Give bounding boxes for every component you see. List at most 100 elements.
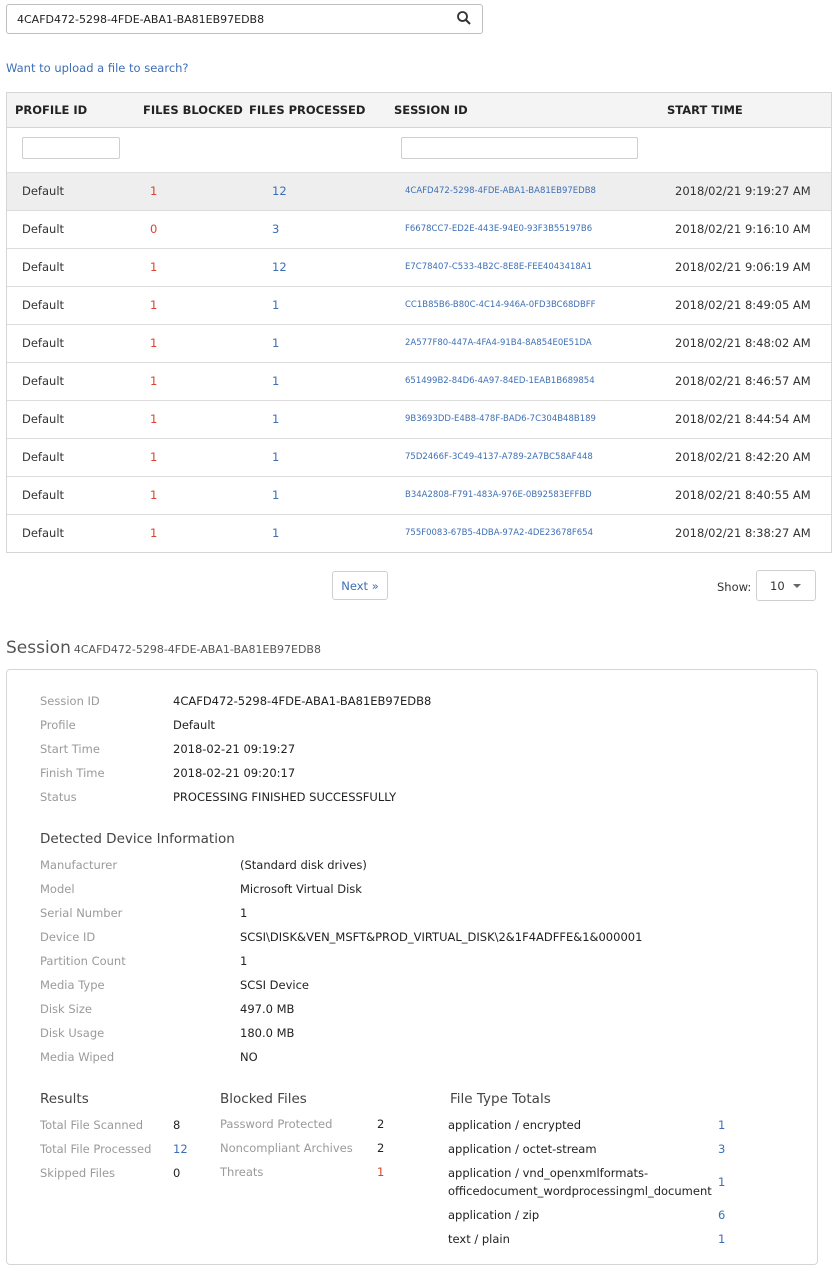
profile-cell: Default	[22, 412, 65, 426]
device-field-label: Manufacturer	[40, 858, 118, 872]
chevron-down-icon	[793, 584, 801, 588]
table-row[interactable]: Default 1 12 E7C78407-C533-4B2C-8E8E-FEE404…	[7, 249, 831, 287]
files-blocked-cell: 1	[150, 412, 158, 426]
file-type-label: application / encrypted	[448, 1118, 582, 1132]
file-type-label: application / octet-stream	[448, 1142, 597, 1156]
table-row[interactable]: Default 1 1 755F0083-67B5-4DBA-97A2-4DE2367…	[7, 515, 831, 552]
blocked-files-value: 2	[377, 1141, 385, 1155]
profile-cell: Default	[22, 336, 65, 350]
blocked-files-label: Password Protected	[220, 1117, 333, 1131]
session-field-value: PROCESSING FINISHED SUCCESSFULLY	[173, 790, 397, 804]
files-processed-cell: 1	[272, 488, 280, 502]
session-id-link[interactable]: CC1B85B6-B80C-4C14-946A-0FD3BC68DBFF	[405, 300, 596, 310]
session-field-label: Start Time	[40, 742, 100, 756]
file-type-count[interactable]: 1	[718, 1232, 725, 1246]
session-id-link[interactable]: 651499B2-84D6-4A97-84ED-1EAB1B689854	[405, 376, 595, 386]
page-size-value: 10	[770, 579, 785, 593]
session-id-link[interactable]: B34A2808-F791-483A-976E-0B92583EFFBD	[405, 490, 592, 500]
session-field-value: 2018-02-21 09:19:27	[173, 742, 296, 756]
session-id-link[interactable]: F6678CC7-ED2E-443E-94E0-93F3B55197B6	[405, 224, 592, 234]
files-processed-cell: 1	[272, 526, 280, 540]
session-field-value: 2018-02-21 09:20:17	[173, 766, 296, 780]
results-value: 12	[173, 1142, 188, 1156]
header-session-id[interactable]: SESSION ID	[394, 103, 468, 117]
table-row[interactable]: Default 1 1 75D2466F-3C49-4137-A789-2A7BC58…	[7, 439, 831, 477]
file-type-count[interactable]: 3	[718, 1142, 725, 1156]
session-field-label: Status	[40, 790, 77, 804]
start-time-cell: 2018/02/21 9:06:19 AM	[675, 260, 811, 274]
profile-filter-input[interactable]	[22, 137, 120, 159]
files-blocked-cell: 1	[150, 298, 158, 312]
file-type-count[interactable]: 6	[718, 1208, 725, 1222]
files-processed-cell: 12	[272, 260, 287, 274]
device-field-label: Partition Count	[40, 954, 126, 968]
files-processed-cell: 1	[272, 450, 280, 464]
header-start-time[interactable]: START TIME	[667, 103, 743, 117]
search-input[interactable]	[17, 10, 437, 28]
search-box[interactable]	[6, 4, 483, 34]
results-value: 8	[173, 1118, 181, 1132]
table-row[interactable]: Default 1 1 9B3693DD-E4B8-478F-BAD6-7C304B4…	[7, 401, 831, 439]
table-row[interactable]: Default 1 1 B34A2808-F791-483A-976E-0B92583…	[7, 477, 831, 515]
session-filter-input[interactable]	[401, 137, 638, 159]
files-blocked-cell: 1	[150, 260, 158, 274]
results-value: 0	[173, 1166, 181, 1180]
start-time-cell: 2018/02/21 9:19:27 AM	[675, 184, 811, 198]
table-row[interactable]: Default 1 1 CC1B85B6-B80C-4C14-946A-0FD3BC6…	[7, 287, 831, 325]
session-id-link[interactable]: 2A577F80-447A-4FA4-91B4-8A854E0E51DA	[405, 338, 592, 348]
header-profile-id[interactable]: PROFILE ID	[15, 103, 87, 117]
device-field-label: Disk Size	[40, 1002, 92, 1016]
profile-cell: Default	[22, 298, 65, 312]
files-blocked-cell: 1	[150, 488, 158, 502]
table-row[interactable]: Default 1 12 4CAFD472-5298-4FDE-ABA1-BA81EB…	[7, 173, 831, 211]
files-blocked-cell: 1	[150, 184, 158, 198]
session-id-link[interactable]: 9B3693DD-E4B8-478F-BAD6-7C304B48B189	[405, 414, 596, 424]
files-processed-cell: 12	[272, 184, 287, 198]
session-id-link[interactable]: 755F0083-67B5-4DBA-97A2-4DE23678F654	[405, 528, 593, 538]
device-field-label: Model	[40, 882, 75, 896]
file-type-count[interactable]: 1	[718, 1175, 725, 1189]
profile-cell: Default	[22, 184, 65, 198]
session-detail-panel: Session ID 4CAFD472-5298-4FDE-ABA1-BA81EB…	[6, 669, 818, 1265]
header-files-blocked[interactable]: FILES BLOCKED	[143, 103, 243, 117]
device-field-value: (Standard disk drives)	[240, 858, 367, 872]
results-label: Skipped Files	[40, 1166, 116, 1180]
session-id-link[interactable]: 4CAFD472-5298-4FDE-ABA1-BA81EB97EDB8	[405, 186, 596, 196]
device-field-label: Media Wiped	[40, 1050, 115, 1064]
next-page-button[interactable]: Next »	[332, 571, 388, 600]
start-time-cell: 2018/02/21 8:42:20 AM	[675, 450, 811, 464]
blocked-files-title: Blocked Files	[220, 1091, 307, 1107]
header-files-processed[interactable]: FILES PROCESSED	[249, 103, 365, 117]
start-time-cell: 2018/02/21 8:38:27 AM	[675, 526, 811, 540]
files-processed-cell: 1	[272, 374, 280, 388]
table-row[interactable]: Default 0 3 F6678CC7-ED2E-443E-94E0-93F3B55…	[7, 211, 831, 249]
session-field-label: Profile	[40, 718, 76, 732]
profile-cell: Default	[22, 260, 65, 274]
session-field-label: Finish Time	[40, 766, 105, 780]
file-type-label: application / zip	[448, 1208, 540, 1222]
table-row[interactable]: Default 1 1 651499B2-84D6-4A97-84ED-1EAB1B6…	[7, 363, 831, 401]
start-time-cell: 2018/02/21 8:40:55 AM	[675, 488, 811, 502]
filter-row	[7, 128, 831, 173]
device-field-value: 1	[240, 906, 248, 920]
upload-file-link[interactable]: Want to upload a file to search?	[6, 61, 189, 75]
files-blocked-cell: 1	[150, 374, 158, 388]
device-field-label: Media Type	[40, 978, 105, 992]
file-type-count[interactable]: 1	[718, 1118, 725, 1132]
results-label: Total File Scanned	[40, 1118, 144, 1132]
device-field-label: Disk Usage	[40, 1026, 105, 1040]
session-id-link[interactable]: E7C78407-C533-4B2C-8E8E-FEE4043418A1	[405, 262, 592, 272]
blocked-files-value: 1	[377, 1165, 385, 1179]
start-time-cell: 2018/02/21 8:49:05 AM	[675, 298, 811, 312]
profile-cell: Default	[22, 222, 65, 236]
device-field-value: NO	[240, 1050, 258, 1064]
table-row[interactable]: Default 1 1 2A577F80-447A-4FA4-91B4-8A854E0…	[7, 325, 831, 363]
sessions-table: PROFILE ID FILES BLOCKED FILES PROCESSED…	[6, 92, 832, 553]
session-id-link[interactable]: 75D2466F-3C49-4137-A789-2A7BC58AF448	[405, 452, 593, 462]
session-heading-id: 4CAFD472-5298-4FDE-ABA1-BA81EB97EDB8	[73, 643, 321, 656]
table-header: PROFILE ID FILES BLOCKED FILES PROCESSED…	[7, 93, 831, 128]
device-field-label: Device ID	[40, 930, 96, 944]
page-size-select[interactable]: 10	[756, 570, 816, 601]
device-field-value: Microsoft Virtual Disk	[240, 882, 362, 896]
search-icon[interactable]	[456, 10, 472, 26]
